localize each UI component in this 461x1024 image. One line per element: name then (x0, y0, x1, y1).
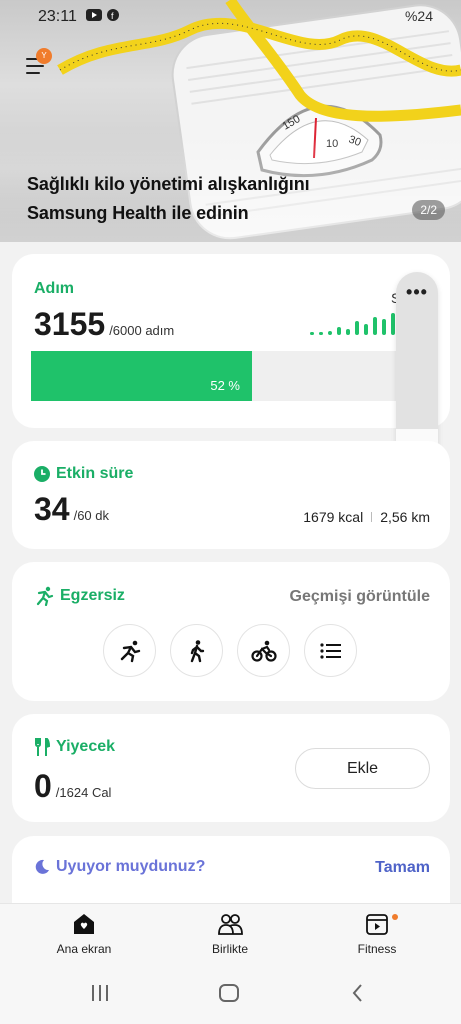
food-title: Yiyecek (56, 738, 116, 755)
hour-bar (373, 317, 377, 335)
steps-progress-bar: 52 % (31, 351, 431, 401)
more-options-icon[interactable]: ••• (396, 282, 438, 303)
steps-progress-label: 52 % (210, 378, 240, 393)
together-icon (218, 914, 243, 935)
active-kcal: 1679 kcal (303, 509, 364, 525)
active-time-header: Etkin süre (34, 465, 133, 483)
sleep-header: Uyuyor muydunuz? (34, 858, 205, 876)
notification-icons: f (86, 9, 119, 21)
walking-icon (190, 639, 204, 662)
back-icon[interactable] (348, 983, 368, 1003)
running-icon (120, 640, 140, 662)
exercise-card[interactable]: Egzersiz Geçmişi görüntüle (12, 562, 450, 701)
steps-value: 3155 (34, 306, 106, 342)
hour-bar (337, 327, 341, 335)
exercise-header: Egzersiz (34, 586, 125, 606)
page-indicator: 2/2 (412, 200, 445, 220)
hour-bar (346, 329, 350, 335)
home-icon (74, 914, 94, 934)
hour-bar (310, 332, 314, 335)
active-time-value-group: 34 /60 dk (34, 491, 109, 528)
steps-hourly-chart (310, 309, 395, 335)
list-button[interactable] (304, 624, 357, 677)
steps-title: Adım (34, 280, 74, 297)
status-time: 23:11 (38, 8, 77, 25)
stat-divider (371, 512, 373, 522)
exercise-title: Egzersiz (60, 587, 125, 604)
nav-together[interactable]: Birlikte (170, 912, 290, 956)
cycling-icon (250, 640, 277, 662)
hour-bar (319, 332, 323, 335)
active-time-goal: /60 dk (73, 508, 110, 523)
active-time-title: Etkin süre (56, 465, 134, 482)
food-value: 0 (34, 768, 52, 804)
steps-card[interactable]: Adım 3155 /6000 adım 52 % (12, 254, 450, 428)
food-card[interactable]: Yiyecek 0 /1624 Cal Ekle (12, 714, 450, 822)
exercise-icon (36, 586, 54, 606)
walking-button[interactable] (170, 624, 223, 677)
bottom-navigation: Ana ekran Birlikte Fitness (0, 903, 461, 965)
sleep-ok-button[interactable]: Tamam (375, 859, 430, 877)
hero-title-line2: Samsung Health ile edinin (27, 203, 249, 223)
nav-fitness[interactable]: Fitness (317, 912, 437, 956)
food-value-group: 0 /1624 Cal (34, 768, 111, 805)
list-icon (319, 642, 341, 659)
food-header: Yiyecek (34, 738, 115, 756)
hour-bar (391, 313, 395, 335)
youtube-icon (86, 9, 102, 21)
hour-bar (382, 319, 386, 335)
nav-fitness-label: Fitness (357, 942, 397, 956)
active-time-card[interactable]: Etkin süre 34 /60 dk 1679 kcal 2,56 km (12, 441, 450, 549)
fitness-icon (366, 914, 388, 935)
facebook-icon: f (107, 9, 119, 21)
clock-icon (34, 466, 50, 482)
steps-value-group: 3155 /6000 adım (34, 306, 174, 343)
hero-banner[interactable]: 150 10 30 23:11 f %24 Y Sağlıklı kilo yö… (0, 0, 461, 242)
fitness-notification-dot (392, 914, 398, 920)
running-button[interactable] (103, 624, 156, 677)
nav-home[interactable]: Ana ekran (24, 912, 144, 956)
active-time-stats: 1679 kcal 2,56 km (303, 509, 430, 525)
active-distance: 2,56 km (380, 509, 430, 525)
recent-apps-icon[interactable] (90, 983, 110, 1003)
cycling-button[interactable] (237, 624, 290, 677)
steps-progress-fill: 52 % (31, 351, 252, 401)
food-goal: /1624 Cal (55, 785, 112, 800)
view-history-link[interactable]: Geçmişi görüntüle (290, 588, 430, 606)
steps-goal: /6000 adım (109, 323, 175, 338)
sleep-title: Uyuyor muydunuz? (56, 858, 206, 875)
exercise-buttons (103, 624, 357, 677)
hour-bar (364, 324, 368, 335)
menu-badge: Y (36, 48, 52, 64)
hour-bar (328, 331, 332, 335)
moon-icon (35, 859, 49, 874)
cutlery-icon (35, 738, 50, 756)
home-system-icon[interactable] (218, 983, 240, 1003)
active-time-value: 34 (34, 491, 70, 527)
hero-title-line1: Sağlıklı kilo yönetimi alışkanlığını (27, 174, 310, 194)
system-navigation-bar (0, 965, 461, 1024)
nav-together-label: Birlikte (211, 942, 248, 956)
hour-bar (355, 321, 359, 335)
status-bar: 23:11 f %24 (0, 0, 461, 34)
hero-title: Sağlıklı kilo yönetimi alışkanlığını Sam… (27, 170, 310, 228)
nav-home-label: Ana ekran (56, 942, 112, 956)
add-food-button[interactable]: Ekle (295, 748, 430, 789)
battery-level: %24 (404, 8, 433, 24)
